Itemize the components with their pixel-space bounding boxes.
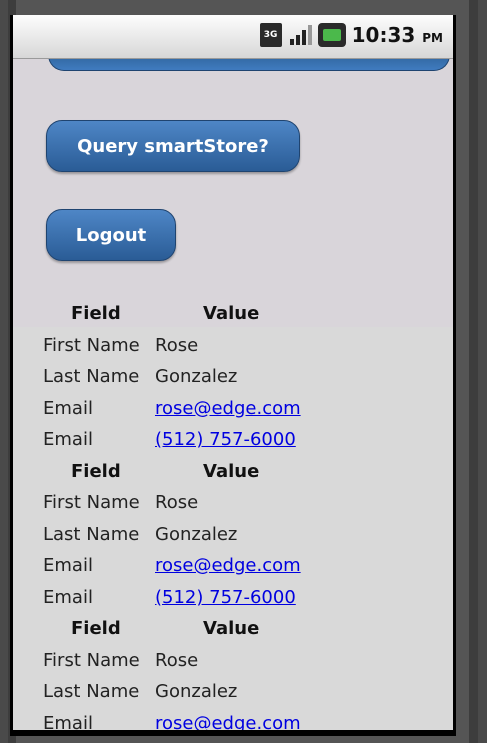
- table-row: First Name Rose: [43, 487, 443, 519]
- field-label: Last Name: [43, 366, 140, 388]
- field-label: Last Name: [43, 681, 140, 703]
- value-text: Rose: [155, 649, 199, 671]
- clock-time: 10:33: [351, 23, 416, 47]
- table-row: Email (512) 757-6000: [43, 424, 443, 456]
- device-screen: 3G 10:33 PM Query smartStore? Logout Fie…: [10, 15, 456, 736]
- field-label: Email: [43, 712, 93, 734]
- value-link[interactable]: rose@edge.com: [155, 713, 301, 730]
- table-header-row: Field Value: [43, 298, 443, 330]
- value-link[interactable]: (512) 757-6000: [155, 429, 296, 450]
- table-row: Last Name Gonzalez: [43, 361, 443, 393]
- header-value: Value: [203, 460, 260, 482]
- table-row: First Name Rose: [43, 645, 443, 677]
- field-label: First Name: [43, 492, 140, 514]
- field-label: Email: [43, 586, 93, 608]
- value-text: Rose: [155, 492, 199, 514]
- signal-strength-icon: [288, 23, 312, 47]
- network-3g-icon: 3G: [259, 23, 282, 47]
- field-label: Email: [43, 397, 93, 419]
- header-value: Value: [203, 618, 260, 640]
- battery-charging-icon: [317, 23, 346, 47]
- table-row: Email rose@edge.com: [43, 393, 443, 425]
- table-row: Email rose@edge.com: [43, 550, 443, 582]
- value-text: Gonzalez: [155, 523, 238, 545]
- field-label: Email: [43, 429, 93, 451]
- table-header-row: Field Value: [43, 613, 443, 645]
- field-label: First Name: [43, 649, 140, 671]
- table-header-row: Field Value: [43, 456, 443, 488]
- records-table: Field Value First Name Rose Last Name Gonzale…: [43, 298, 443, 734]
- query-smartstore-button[interactable]: Query smartStore?: [46, 120, 300, 172]
- header-field: Field: [71, 618, 121, 640]
- table-row: Last Name Gonzalez: [43, 519, 443, 551]
- status-icons: 3G 10:33 PM: [259, 23, 443, 47]
- value-link[interactable]: (512) 757-6000: [155, 587, 296, 608]
- field-label: Email: [43, 555, 93, 577]
- header-value: Value: [203, 303, 260, 325]
- header-field: Field: [71, 303, 121, 325]
- clock-ampm: PM: [422, 31, 443, 45]
- value-text: Gonzalez: [155, 681, 238, 703]
- value-text: Rose: [155, 334, 199, 356]
- clock: 10:33 PM: [352, 23, 443, 47]
- field-label: Last Name: [43, 523, 140, 545]
- value-link[interactable]: rose@edge.com: [155, 398, 301, 419]
- table-row: Email rose@edge.com: [43, 708, 443, 734]
- table-row: Last Name Gonzalez: [43, 676, 443, 708]
- table-row: First Name Rose: [43, 330, 443, 362]
- table-row: Email (512) 757-6000: [43, 582, 443, 614]
- value-text: Gonzalez: [155, 366, 238, 388]
- value-link[interactable]: rose@edge.com: [155, 555, 301, 576]
- status-bar: 3G 10:33 PM: [13, 15, 453, 59]
- frame-edge-right: [469, 0, 478, 743]
- header-field: Field: [71, 460, 121, 482]
- field-label: First Name: [43, 334, 140, 356]
- logout-button[interactable]: Logout: [46, 209, 176, 261]
